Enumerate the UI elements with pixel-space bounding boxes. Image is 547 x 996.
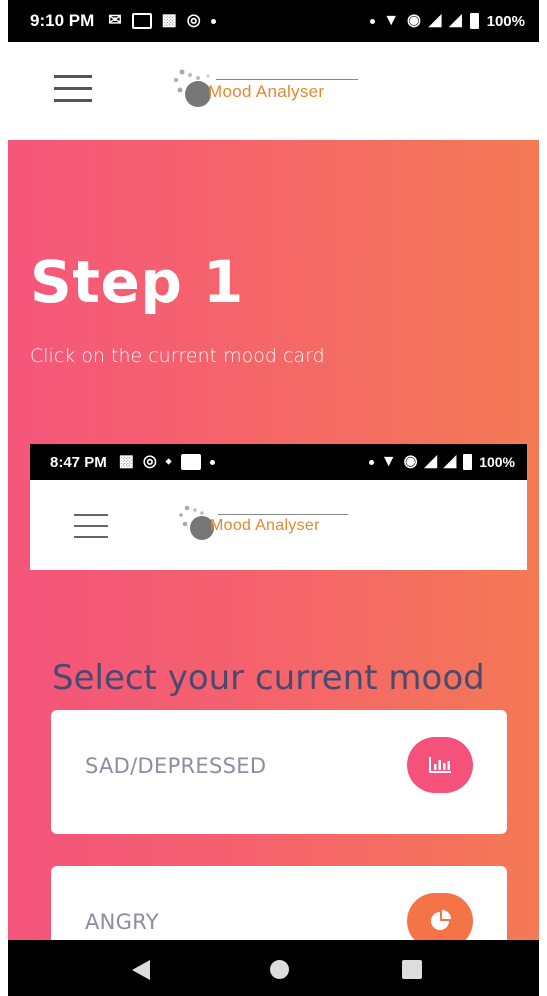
nested-battery-percent: 100% bbox=[479, 454, 515, 470]
signal-2-icon: ◢ bbox=[443, 453, 457, 470]
nested-logo-text: Mood Analyser bbox=[210, 517, 320, 534]
status-time: 9:10 PM bbox=[30, 11, 95, 30]
nested-screenshot: 8:47 PM ▩ ◎ ⬩ ▼ ◉ ◢ ◢ 100% Mood Analyser… bbox=[30, 444, 527, 940]
media-icon bbox=[131, 13, 152, 29]
whatsapp-icon: ◎ bbox=[186, 12, 201, 29]
clapperboard-icon: ▩ bbox=[161, 12, 177, 29]
mood-card-button[interactable] bbox=[407, 737, 473, 793]
square-icon bbox=[180, 454, 201, 470]
wifi-icon: ▼ bbox=[383, 12, 400, 29]
mood-card-label: SAD/DEPRESSED bbox=[85, 754, 267, 778]
nested-logo[interactable]: Mood Analyser bbox=[176, 504, 376, 544]
dot-icon bbox=[370, 18, 376, 24]
hotspot-icon: ◉ bbox=[407, 12, 421, 29]
signal-icon: ◢ bbox=[424, 453, 437, 470]
mood-card-sad[interactable]: SAD/DEPRESSED bbox=[51, 710, 507, 834]
logo-line bbox=[218, 514, 348, 515]
dot-icon bbox=[368, 459, 374, 465]
menu-icon[interactable] bbox=[54, 75, 92, 105]
wifi-icon: ▼ bbox=[380, 453, 397, 470]
gmail-icon: ✉ bbox=[108, 12, 122, 29]
system-nav-bar bbox=[8, 940, 539, 996]
status-bar: 9:10 PM ✉ ▩ ◎ ▼ ◉ ◢ ◢ 100% bbox=[8, 0, 539, 42]
step-title: Step 1 bbox=[30, 248, 244, 316]
nested-system-icons: ▼ ◉ ◢ ◢ 100% bbox=[368, 453, 515, 470]
hotspot-icon: ◉ bbox=[403, 453, 418, 470]
whatsapp-icon: ◎ bbox=[142, 453, 157, 470]
back-icon[interactable] bbox=[132, 960, 150, 980]
battery-icon bbox=[463, 454, 473, 470]
mood-card-button[interactable] bbox=[407, 893, 473, 940]
step-subtitle: Click on the current mood card bbox=[30, 345, 325, 367]
more-notifications-icon bbox=[210, 18, 216, 24]
pill-icon: ⬩ bbox=[165, 453, 172, 470]
battery-icon bbox=[469, 13, 479, 29]
nested-app-header: Mood Analyser bbox=[30, 480, 527, 570]
home-icon[interactable] bbox=[270, 960, 289, 979]
mood-selection-body: Select your current mood SAD/DEPRESSED A… bbox=[30, 570, 527, 940]
logo-line bbox=[216, 79, 358, 80]
logo[interactable]: Mood Analyser bbox=[170, 68, 380, 112]
system-icons: ▼ ◉ ◢ ◢ 100% bbox=[370, 13, 525, 30]
signal-icon: ◢ bbox=[429, 12, 442, 29]
mood-card-angry[interactable]: ANGRY bbox=[51, 866, 507, 940]
nested-menu-icon[interactable] bbox=[74, 514, 108, 540]
nested-status-time: 8:47 PM bbox=[50, 453, 107, 471]
notification-icons: ✉ ▩ ◎ bbox=[108, 13, 216, 29]
bar-chart-icon bbox=[429, 757, 451, 773]
signal-2-icon: ◢ bbox=[449, 12, 462, 29]
more-notifications-icon bbox=[209, 459, 215, 465]
nested-notification-icons: ▩ ◎ ⬩ bbox=[119, 454, 215, 470]
recent-apps-icon[interactable] bbox=[402, 960, 422, 979]
hero-section: Step 1 Click on the current mood card 8:… bbox=[8, 140, 539, 940]
nested-status-bar: 8:47 PM ▩ ◎ ⬩ ▼ ◉ ◢ ◢ 100% bbox=[30, 444, 527, 480]
select-mood-title: Select your current mood bbox=[52, 658, 485, 698]
mood-card-label: ANGRY bbox=[85, 910, 159, 934]
battery-percent: 100% bbox=[486, 12, 525, 30]
pie-chart-icon bbox=[431, 910, 451, 930]
logo-text: Mood Analyser bbox=[208, 82, 325, 101]
clapperboard-icon: ▩ bbox=[118, 453, 134, 470]
app-header: Mood Analyser bbox=[8, 42, 539, 140]
